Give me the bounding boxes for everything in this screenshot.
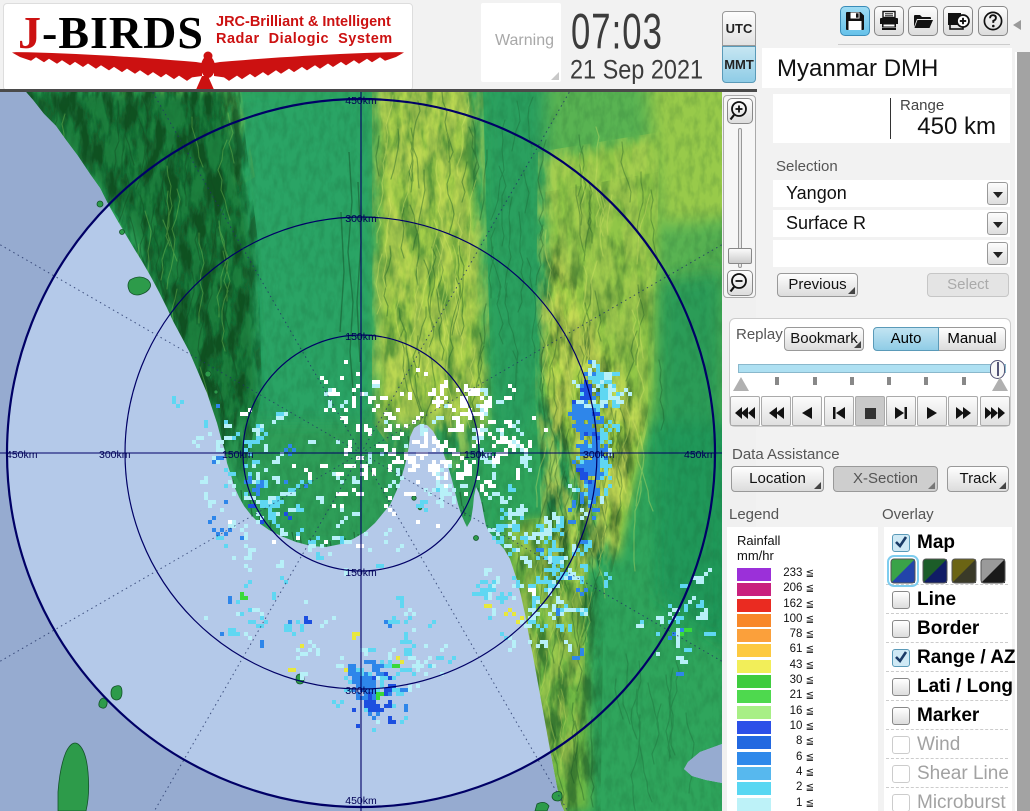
svg-text:150km: 150km: [345, 331, 377, 343]
svg-text:450km: 450km: [345, 95, 377, 107]
svg-text:450km: 450km: [684, 449, 716, 461]
svg-text:300km: 300km: [345, 213, 377, 225]
svg-text:300km: 300km: [583, 449, 615, 461]
svg-text:150km: 150km: [222, 449, 254, 461]
svg-text:300km: 300km: [99, 449, 131, 461]
svg-text:450km: 450km: [6, 449, 38, 461]
svg-text:300km: 300km: [345, 685, 377, 697]
svg-text:450km: 450km: [345, 795, 377, 807]
svg-text:150km: 150km: [345, 567, 377, 579]
svg-text:150km: 150km: [464, 449, 496, 461]
